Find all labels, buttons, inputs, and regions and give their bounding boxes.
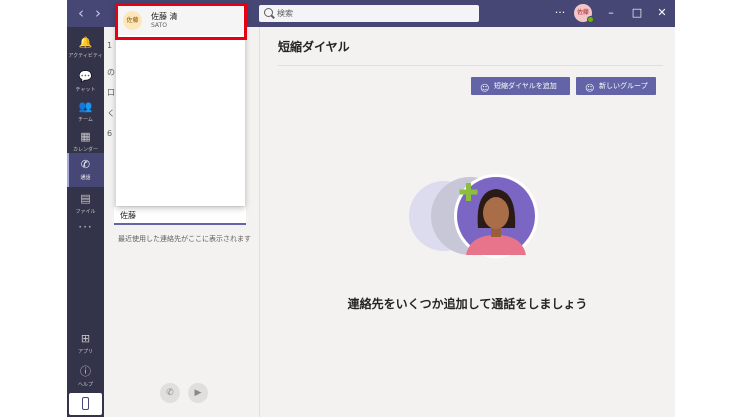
bell-icon: 🔔 — [78, 36, 93, 49]
file-icon: ▤ — [80, 192, 91, 205]
app-bar-item-activity[interactable]: 🔔 アクティビティ — [67, 31, 104, 65]
app-bar-label: チャット — [75, 87, 96, 93]
list-item-peek: 1 — [107, 41, 113, 50]
search-icon — [264, 8, 273, 17]
app-bar-label: 通話 — [80, 175, 91, 181]
back-arrow-icon[interactable]: ‹ — [72, 4, 90, 22]
search-box[interactable] — [259, 5, 479, 22]
app-bar: 🔔 アクティビティ 💬 チャット 👥 チーム ▦ カレンダー ✆ 通話 ▤ ファ… — [67, 27, 104, 417]
search-input[interactable] — [277, 6, 472, 20]
empty-state-message: 連絡先をいくつか追加して通話をしましょう — [347, 297, 588, 311]
new-group-button[interactable]: ☺ 新しいグループ — [576, 77, 656, 95]
help-icon: ⓘ — [80, 365, 91, 378]
add-contact-icon: ☺ — [480, 84, 490, 94]
divider — [278, 65, 663, 66]
empty-state-illustration — [409, 174, 538, 258]
add-speed-dial-label: 短縮ダイヤルを追加 — [494, 82, 557, 90]
list-item-peek: の — [107, 68, 115, 77]
list-item-peek: 6 — [107, 129, 113, 138]
app-bar-item-files[interactable]: ▤ ファイル — [67, 187, 104, 221]
minimize-icon[interactable]: – — [602, 4, 620, 22]
app-bar-label: アクティビティ — [68, 53, 103, 59]
speed-dial-main: 短縮ダイヤル ☺ 短縮ダイヤルを追加 ☺ 新しいグループ 連絡先をいくつか追加し… — [260, 27, 675, 417]
add-speed-dial-button[interactable]: ☺ 短縮ダイヤルを追加 — [471, 77, 570, 95]
calendar-icon: ▦ — [80, 130, 91, 143]
list-item-peek: く — [107, 109, 115, 118]
highlight-annotation-box — [115, 3, 247, 40]
close-icon[interactable]: ✕ — [653, 4, 671, 22]
chat-icon: 💬 — [78, 70, 93, 83]
phone-icon: ✆ — [80, 158, 91, 171]
app-bar-item-chat[interactable]: 💬 チャット — [67, 65, 104, 99]
maximize-icon[interactable]: □ — [628, 4, 646, 22]
app-bar-item-calls[interactable]: ✆ 通話 — [67, 153, 104, 187]
apps-icon: ⊞ — [80, 332, 91, 345]
page-title: 短縮ダイヤル — [278, 40, 350, 54]
add-group-icon: ☺ — [585, 84, 595, 94]
app-bar-label: ファイル — [75, 209, 96, 215]
phone-call-icon[interactable]: ✆ — [160, 383, 180, 403]
new-group-label: 新しいグループ — [599, 82, 648, 90]
contact-name-input[interactable] — [114, 207, 246, 225]
app-bar-label: アプリ — [77, 349, 93, 355]
recent-contacts-hint: 最近使用した連絡先がここに表示されます — [118, 235, 251, 243]
forward-arrow-icon[interactable]: › — [89, 4, 107, 22]
list-item-peek: 口 — [107, 88, 115, 97]
profile-avatar[interactable]: 佐藤 — [574, 4, 594, 23]
profile-avatar-initials: 佐藤 — [576, 9, 589, 16]
app-bar-item-teams[interactable]: 👥 チーム — [67, 95, 104, 129]
mobile-device-button[interactable] — [69, 393, 102, 415]
teams-window: ‹ › ··· 佐藤 – □ ✕ 🔔 アクティビティ 💬 チャット 👥 チーム … — [67, 0, 675, 417]
more-apps-icon[interactable]: ··· — [67, 220, 104, 234]
more-options-button[interactable]: ··· — [551, 4, 569, 22]
mobile-phone-icon — [82, 397, 89, 410]
app-bar-item-apps[interactable]: ⊞ アプリ — [67, 327, 104, 361]
video-call-icon[interactable]: ▶ — [188, 383, 208, 403]
app-bar-label: ヘルプ — [77, 382, 93, 388]
teams-icon: 👥 — [78, 100, 93, 113]
plus-icon-bar — [459, 189, 478, 195]
app-bar-label: チーム — [78, 117, 93, 123]
app-bar-item-help[interactable]: ⓘ ヘルプ — [67, 360, 104, 394]
presence-status-icon — [587, 16, 594, 23]
illustration-face — [483, 197, 509, 229]
